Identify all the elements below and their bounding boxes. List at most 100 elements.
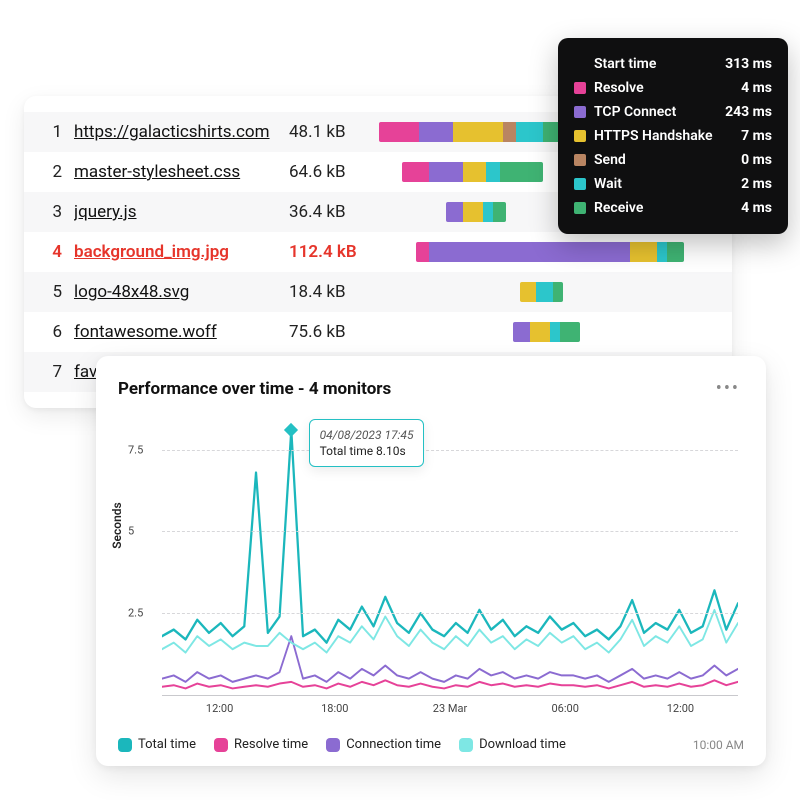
chart-legend: Total time Resolve time Connection time Dow… [118, 737, 566, 752]
segment-https [520, 282, 537, 302]
segment-resolve [379, 122, 419, 142]
x-tick: 12:00 [623, 702, 738, 715]
legend-swatch [459, 738, 473, 752]
gridline [162, 613, 738, 614]
segment-https [453, 122, 503, 142]
tooltip-value: Total time 8.10s [320, 444, 414, 458]
update-timestamp: 10:00 AM [693, 738, 744, 752]
segment-tcp [446, 202, 463, 222]
timing-value: 4 ms [741, 76, 772, 100]
x-tick: 18:00 [277, 702, 392, 715]
row-index: 4 [42, 242, 62, 262]
legend-item[interactable]: Total time [118, 737, 196, 752]
segment-send [503, 122, 516, 142]
segment-tcp [429, 242, 630, 262]
legend-item[interactable]: Connection time [326, 737, 441, 752]
legend-swatch [214, 738, 228, 752]
waterfall-row[interactable]: 4 background_img.jpg112.4 kB [24, 232, 732, 272]
x-tick: 23 Mar [392, 702, 507, 715]
row-index: 3 [42, 202, 62, 222]
segment-https [463, 162, 486, 182]
resource-link[interactable]: master-stylesheet.css [74, 162, 289, 182]
timing-bar[interactable] [513, 322, 580, 342]
resource-link[interactable]: logo-48x48.svg [74, 282, 289, 302]
timing-label: TCP Connect [594, 100, 676, 124]
segment-tcp [513, 322, 530, 342]
swatch-tcp [574, 106, 586, 118]
segment-resolve [402, 162, 429, 182]
swatch-receive [574, 202, 586, 214]
timing-header-label: Start time [594, 52, 656, 76]
segment-tcp [419, 122, 452, 142]
timing-value: 0 ms [741, 148, 772, 172]
gridline [162, 531, 738, 532]
row-index: 5 [42, 282, 62, 302]
row-index: 2 [42, 162, 62, 182]
timing-label: Wait [594, 172, 622, 196]
row-index: 6 [42, 322, 62, 342]
resource-link[interactable]: https://galacticshirts.com [74, 122, 289, 142]
waterfall-row[interactable]: 6fontawesome.woff75.6 kB [24, 312, 732, 352]
resource-size: 36.4 kB [289, 202, 379, 222]
legend-label: Download time [479, 737, 566, 752]
timing-label: Resolve [594, 76, 644, 100]
segment-resolve [416, 242, 429, 262]
swatch-send [574, 154, 586, 166]
legend-label: Total time [138, 737, 196, 752]
segment-wait [536, 282, 553, 302]
swatch-wait [574, 178, 586, 190]
timing-label: HTTPS Handshake [594, 124, 713, 148]
legend-label: Connection time [346, 737, 441, 752]
timing-bar[interactable] [520, 282, 564, 302]
segment-receive [500, 162, 544, 182]
timing-bar[interactable] [446, 202, 506, 222]
timing-value: 243 ms [725, 100, 772, 124]
y-tick: 7.5 [128, 443, 143, 456]
segment-receive [560, 322, 580, 342]
timing-value: 4 ms [741, 196, 772, 220]
row-index: 7 [42, 362, 62, 382]
timing-bar[interactable] [402, 162, 543, 182]
performance-chart-card: Performance over time - 4 monitors ••• S… [96, 356, 766, 766]
segment-wait [483, 202, 493, 222]
gridline [162, 450, 738, 451]
timing-bar-area [379, 242, 714, 262]
segment-wait [516, 122, 543, 142]
timing-label: Send [594, 148, 626, 172]
swatch-https [574, 130, 586, 142]
resource-size: 18.4 kB [289, 282, 379, 302]
legend-item[interactable]: Resolve time [214, 737, 308, 752]
resource-link[interactable]: fontawesome.woff [74, 322, 289, 342]
y-tick: 5 [128, 525, 134, 538]
segment-receive [667, 242, 684, 262]
x-tick: 12:00 [162, 702, 277, 715]
chart-plot-area[interactable]: Seconds 2.557.504/08/2023 17:45Total tim… [118, 413, 744, 731]
resource-size: 112.4 kB [289, 242, 379, 262]
row-index: 1 [42, 122, 62, 142]
segment-https [463, 202, 483, 222]
more-icon[interactable]: ••• [712, 376, 744, 401]
segment-https [530, 322, 550, 342]
legend-swatch [326, 738, 340, 752]
x-tick: 06:00 [508, 702, 623, 715]
tooltip-date: 04/08/2023 17:45 [320, 428, 414, 442]
waterfall-row[interactable]: 5 logo-48x48.svg18.4 kB [24, 272, 732, 312]
x-axis: 12:0018:0023 Mar06:0012:00 [162, 702, 738, 715]
timing-bar-area [379, 282, 714, 302]
segment-tcp [429, 162, 462, 182]
segment-https [630, 242, 657, 262]
timing-value: 2 ms [741, 172, 772, 196]
resource-size: 48.1 kB [289, 122, 379, 142]
legend-item[interactable]: Download time [459, 737, 566, 752]
resource-link[interactable]: jquery.js [74, 202, 289, 222]
segment-receive [553, 282, 563, 302]
timing-value: 7 ms [741, 124, 772, 148]
segment-wait [486, 162, 499, 182]
segment-receive [493, 202, 506, 222]
resource-link[interactable]: background_img.jpg [74, 242, 289, 262]
timing-bar-area [379, 322, 714, 342]
y-axis-label: Seconds [110, 502, 124, 548]
legend-swatch [118, 738, 132, 752]
timing-bar[interactable] [416, 242, 684, 262]
timing-bar[interactable] [379, 122, 577, 142]
